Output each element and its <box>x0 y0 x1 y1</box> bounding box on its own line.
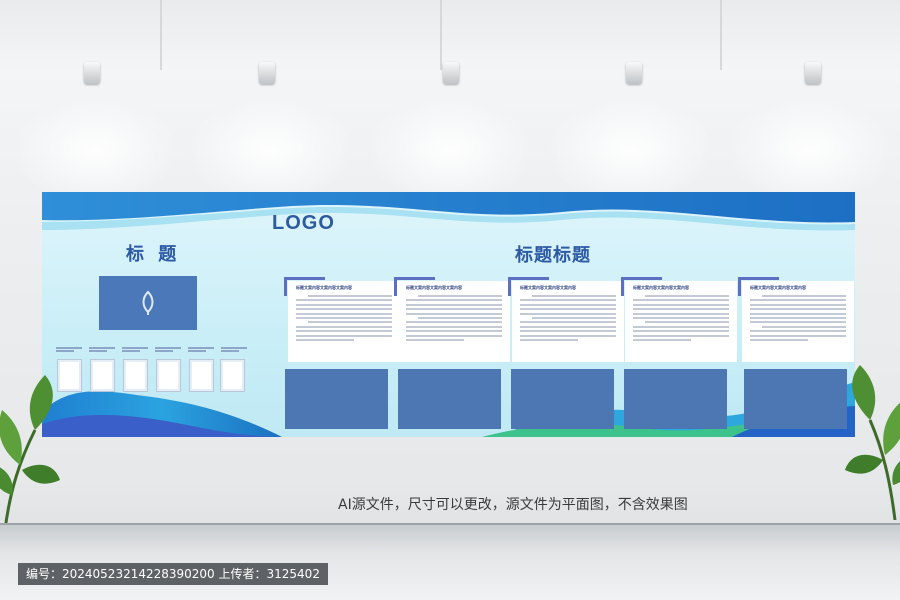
ceiling <box>0 0 900 70</box>
card-body-text <box>520 295 616 343</box>
card-photo-placeholder <box>511 369 614 429</box>
light-glow <box>725 95 895 205</box>
content-card: 标题文案内容文案内容文案内容 <box>738 277 854 362</box>
spotlight-icon <box>84 62 100 84</box>
spotlight-icon <box>626 62 642 84</box>
spotlight-icon <box>805 62 821 84</box>
ceiling-seam <box>720 0 722 70</box>
light-glow <box>10 95 180 205</box>
content-card: 标题文案内容文案内容文案内容 <box>394 277 510 362</box>
light-glow <box>545 95 715 205</box>
card-photo-placeholder <box>285 369 388 429</box>
thumb-frame <box>123 359 148 392</box>
ceiling-seam <box>160 0 162 70</box>
footer-info: 编号：20240523214228390200 上传者：3125402 <box>18 563 328 585</box>
spotlight-icon <box>443 62 459 84</box>
card-body-text <box>406 295 502 343</box>
plant-right-icon <box>845 365 900 520</box>
left-title: 标 题 <box>126 244 181 265</box>
card-photo-placeholder <box>744 369 847 429</box>
card-photo-placeholder <box>624 369 727 429</box>
light-glow <box>185 95 355 205</box>
card-title: 标题文案内容文案内容文案内容 <box>633 285 689 290</box>
card-title: 标题文案内容文案内容文案内容 <box>296 285 352 290</box>
card-photo-placeholder <box>398 369 501 429</box>
card-body-text <box>750 295 846 343</box>
card-title: 标题文案内容文案内容文案内容 <box>520 285 576 290</box>
card-body-text <box>633 295 729 343</box>
thumb-caption <box>89 346 115 354</box>
thumb-caption <box>188 346 214 354</box>
right-title: 标题标题 <box>515 245 591 266</box>
thumb-caption <box>56 346 82 354</box>
card-body-text <box>296 295 392 343</box>
thumb-caption <box>221 346 247 354</box>
ceiling-seam <box>440 0 442 70</box>
thumb-frame <box>156 359 181 392</box>
thumb-caption <box>122 346 148 354</box>
light-glow <box>365 95 535 205</box>
logo: LOGO <box>272 212 335 234</box>
thumb-frame <box>220 359 245 392</box>
watermark-leaf-icon <box>142 290 154 315</box>
thumb-frame <box>189 359 214 392</box>
card-title: 标题文案内容文案内容文案内容 <box>750 285 806 290</box>
content-card: 标题文案内容文案内容文案内容 <box>284 277 400 362</box>
spotlight-icon <box>259 62 275 84</box>
thumb-frame <box>90 359 115 392</box>
main-photo-placeholder <box>99 276 197 330</box>
thumb-frame <box>57 359 82 392</box>
plant-left-icon <box>0 375 60 530</box>
thumb-caption <box>155 346 181 354</box>
content-card: 标题文案内容文案内容文案内容 <box>621 277 737 362</box>
caption-text: AI源文件，尺寸可以更改，源文件为平面图，不含效果图 <box>338 497 688 513</box>
content-card: 标题文案内容文案内容文案内容 <box>508 277 624 362</box>
card-title: 标题文案内容文案内容文案内容 <box>406 285 462 290</box>
